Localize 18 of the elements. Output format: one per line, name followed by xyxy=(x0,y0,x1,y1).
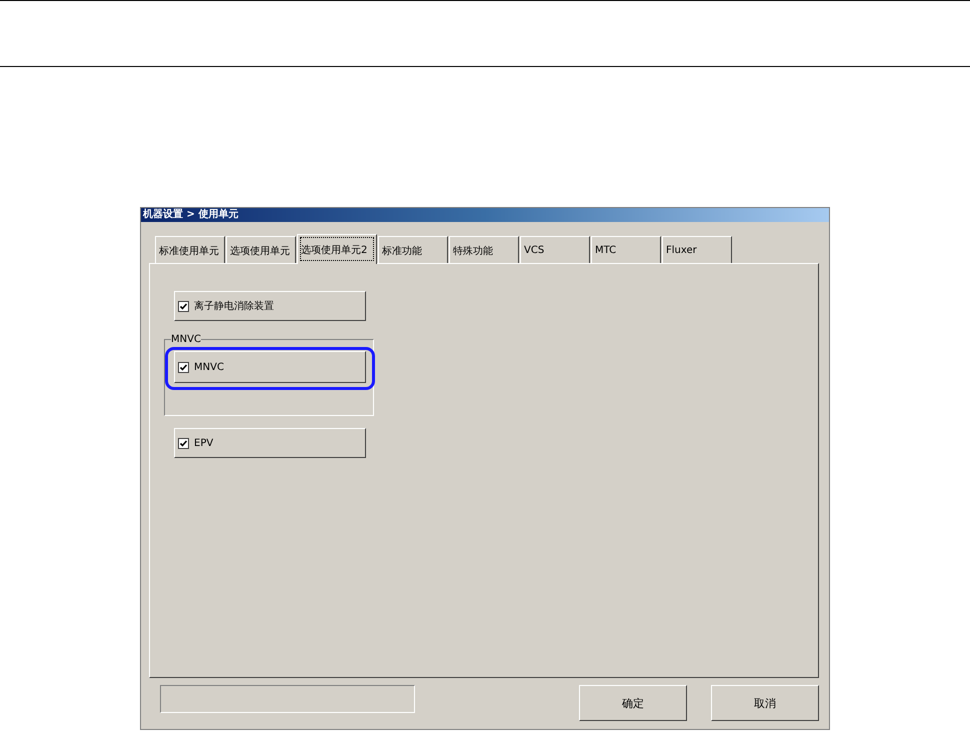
tab[interactable]: 标准使用单元 xyxy=(155,236,225,264)
tab[interactable]: Fluxer xyxy=(662,236,732,264)
checkbox[interactable] xyxy=(178,300,189,312)
tab[interactable]: VCS xyxy=(520,236,590,264)
tab[interactable]: 选项使用单元2 xyxy=(297,234,377,264)
tab[interactable]: 特殊功能 xyxy=(449,236,519,264)
checkbox[interactable] xyxy=(178,438,189,448)
dialog-button[interactable]: 确定 xyxy=(579,685,687,721)
tab[interactable]: 选项使用单元 xyxy=(226,236,296,264)
window-title: 机器设置 > 使用单元 xyxy=(141,208,829,222)
option-checkbox-button[interactable]: EPV xyxy=(174,428,366,458)
checkbox[interactable] xyxy=(178,362,189,372)
tab[interactable]: MTC xyxy=(591,236,661,264)
option-checkbox-button[interactable]: MNVC xyxy=(174,351,366,383)
dialog-button[interactable]: 取消 xyxy=(711,685,819,721)
tab[interactable]: 标准功能 xyxy=(378,236,448,264)
group-title: MNVC xyxy=(171,335,201,344)
option-checkbox-button[interactable]: 离子静电消除装置 xyxy=(174,291,366,321)
